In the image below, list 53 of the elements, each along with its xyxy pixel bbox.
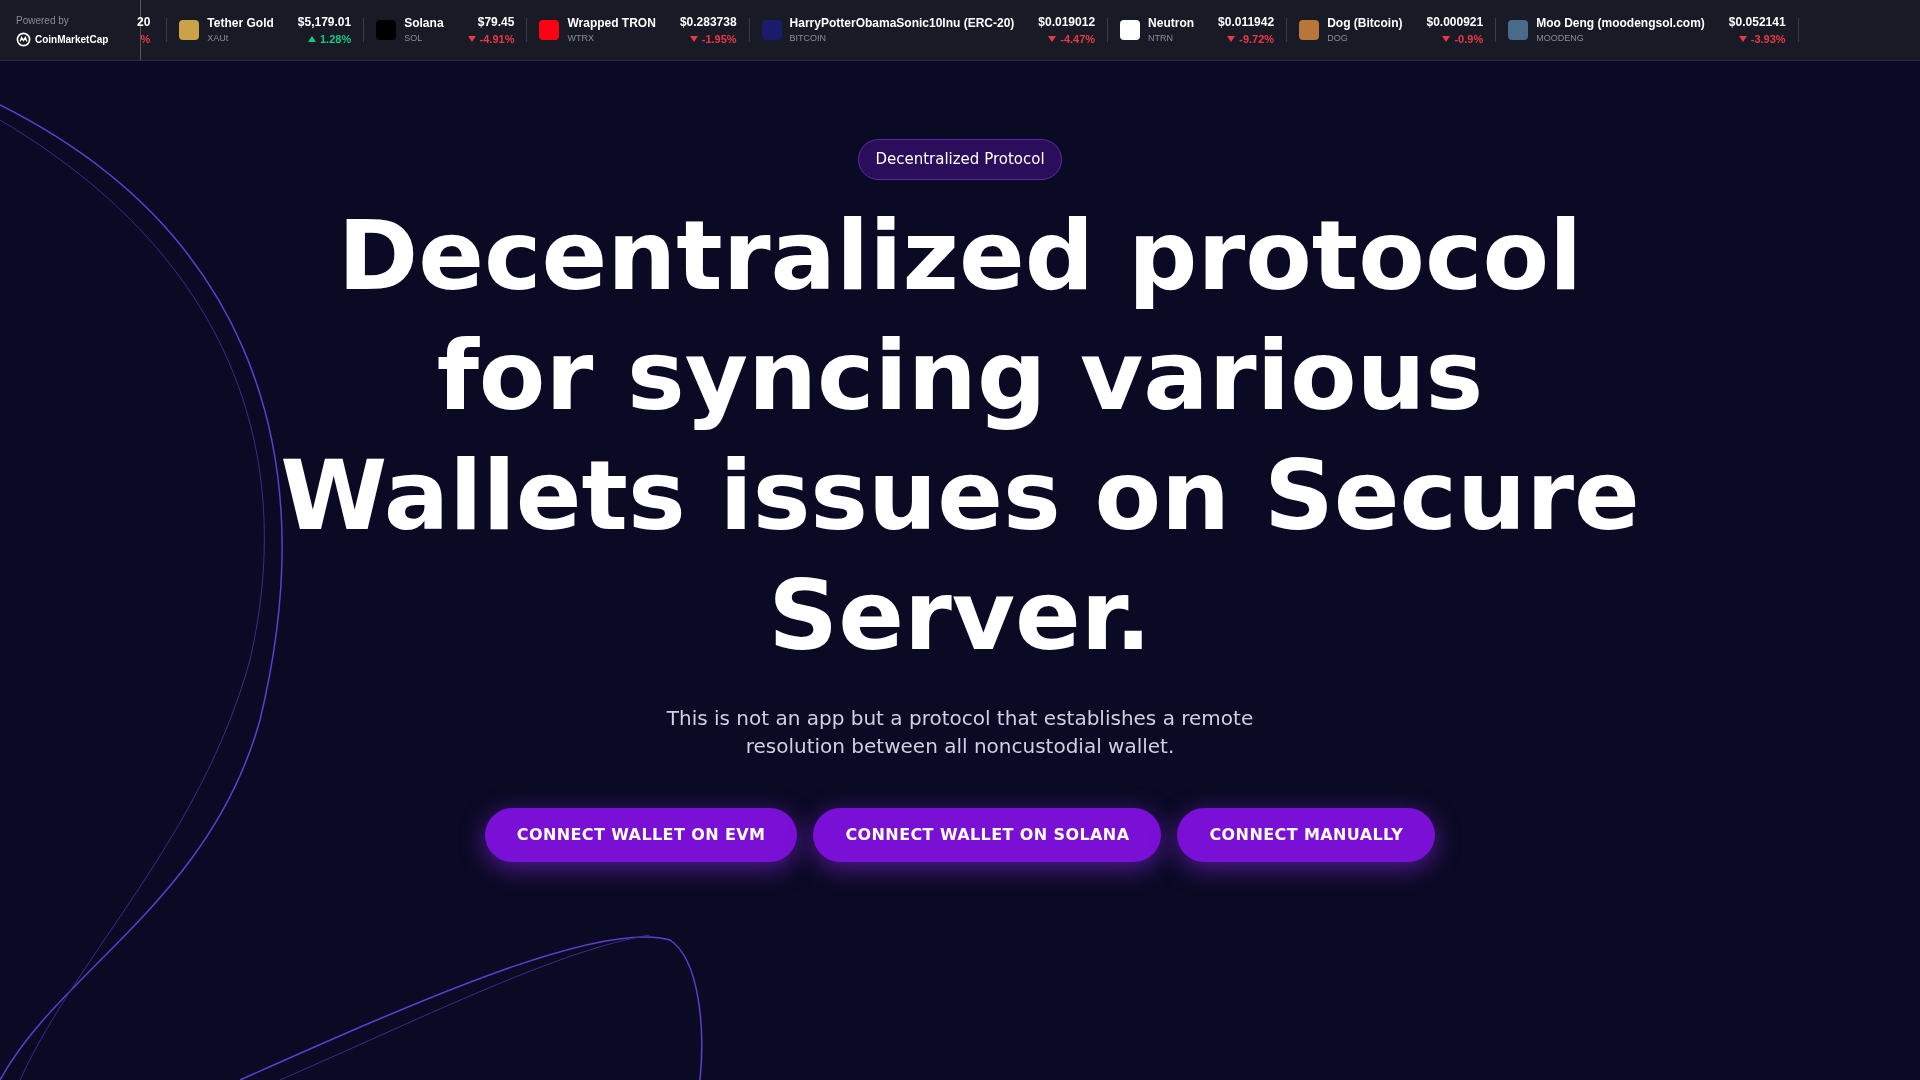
brand-logo-icon: [16, 32, 31, 47]
down-triangle-icon: [1227, 36, 1236, 42]
coin-symbol: MOODENG: [1536, 32, 1585, 46]
down-triangle-icon: [467, 36, 476, 42]
down-triangle-icon: [1048, 36, 1057, 42]
price-change: -3.93%: [1738, 30, 1786, 48]
ticker-item[interactable]: Dog (Bitcoin) DOG $0.000921 -0.9%: [1287, 12, 1496, 48]
coin-name: Neutron: [1148, 15, 1195, 33]
coin-symbol: XAUt: [207, 32, 230, 46]
connect-button[interactable]: CONNECT MANUALLY: [1177, 807, 1436, 862]
coin-name: Dog (Bitcoin): [1327, 15, 1403, 33]
price-change: -9.72%: [1227, 30, 1275, 48]
price-change: -4.91%: [467, 30, 515, 48]
price: $0.019012: [1038, 13, 1096, 31]
price: $0.011942: [1218, 13, 1275, 31]
price-change: %: [140, 31, 151, 47]
price-change: -1.95%: [689, 30, 737, 48]
coin-symbol: SOL: [404, 32, 424, 46]
coin-name: HarryPotterObamaSonic10Inu (ERC-20): [789, 15, 1015, 33]
coin-name: Wrapped TRON: [567, 15, 656, 33]
powered-by-label: Powered by: [16, 14, 70, 28]
ticker-item[interactable]: HarryPotterObamaSonic10Inu (ERC-20) BITCOIN $0.019012 -4.47%: [749, 12, 1108, 48]
price: $79.45: [477, 13, 515, 31]
coin-symbol: BITCOIN: [789, 32, 828, 46]
ticker-item[interactable]: Moo Deng (moodengsol.com) MOODENG $0.052141 -3.93%: [1496, 12, 1798, 48]
brand-name: CoinMarketCap: [35, 33, 109, 47]
hero-subtitle: This is not an app but a protocol that establishes a remote resolution between all noncustodial wallet.: [666, 704, 1254, 760]
down-triangle-icon: [1442, 36, 1451, 42]
price: $0.052141: [1728, 13, 1786, 31]
price: 20: [137, 13, 151, 31]
price: $5,179.01: [297, 13, 352, 31]
coin-name: Moo Deng (moodengsol.com): [1536, 15, 1705, 33]
coin-name: Solana: [404, 15, 444, 33]
ticker-item[interactable]: Tether Gold XAUt $5,179.01 1.28%: [167, 12, 364, 48]
ticker-item[interactable]: Neutron NTRN $0.011942 -9.72%: [1108, 12, 1287, 48]
connect-button[interactable]: CONNECT WALLET ON SOLANA: [813, 807, 1162, 862]
hero-title: Decentralized protocol for syncing various Wallets issues on Secure Server.: [280, 197, 1640, 674]
connect-button[interactable]: CONNECT WALLET ON EVM: [484, 807, 798, 862]
down-triangle-icon: [689, 36, 698, 42]
price-change: -4.47%: [1048, 30, 1096, 48]
coin-symbol: WTRX: [567, 32, 595, 46]
coin-symbol: DOG: [1327, 32, 1349, 46]
price-change: 1.28%: [308, 30, 352, 48]
protocol-badge: Decentralized Protocol: [858, 139, 1062, 180]
price: $0.283738: [679, 13, 737, 31]
price: $0.000921: [1426, 13, 1484, 31]
coin-name: Tether Gold: [207, 15, 274, 33]
price-change: -0.9%: [1442, 30, 1484, 48]
coin-symbol: NTRN: [1148, 32, 1175, 46]
up-triangle-icon: [308, 36, 316, 42]
down-triangle-icon: [1738, 36, 1747, 42]
ticker-item[interactable]: Wrapped TRON WTRX $0.283738 -1.95%: [527, 12, 749, 48]
ticker-item[interactable]: Solana SOL $79.45 -4.91%: [364, 12, 527, 48]
